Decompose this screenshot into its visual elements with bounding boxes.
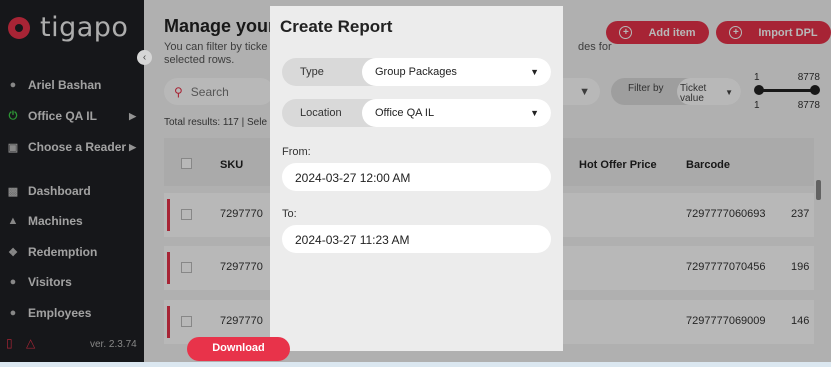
from-date-field[interactable]: 2024-03-27 12:00 AM [282, 163, 551, 191]
window-bottom-edge [0, 362, 831, 367]
modal-title: Create Report [280, 17, 393, 36]
location-select-row: Location Office QA IL ▼ [282, 99, 551, 127]
to-label: To: [282, 208, 297, 220]
download-button[interactable]: Download [187, 337, 290, 361]
location-label: Location [300, 107, 342, 119]
sidebar-collapse-button[interactable]: ‹ [137, 50, 152, 65]
type-select[interactable]: Group Packages ▼ [362, 58, 551, 86]
location-select[interactable]: Office QA IL ▼ [362, 99, 551, 127]
from-label: From: [282, 146, 311, 158]
chevron-down-icon: ▼ [530, 67, 539, 77]
chevron-down-icon: ▼ [530, 108, 539, 118]
type-label: Type [300, 66, 324, 78]
to-date-field[interactable]: 2024-03-27 11:23 AM [282, 225, 551, 253]
type-select-row: Type Group Packages ▼ [282, 58, 551, 86]
create-report-modal: Create Report Type Group Packages ▼ Loca… [270, 6, 563, 351]
